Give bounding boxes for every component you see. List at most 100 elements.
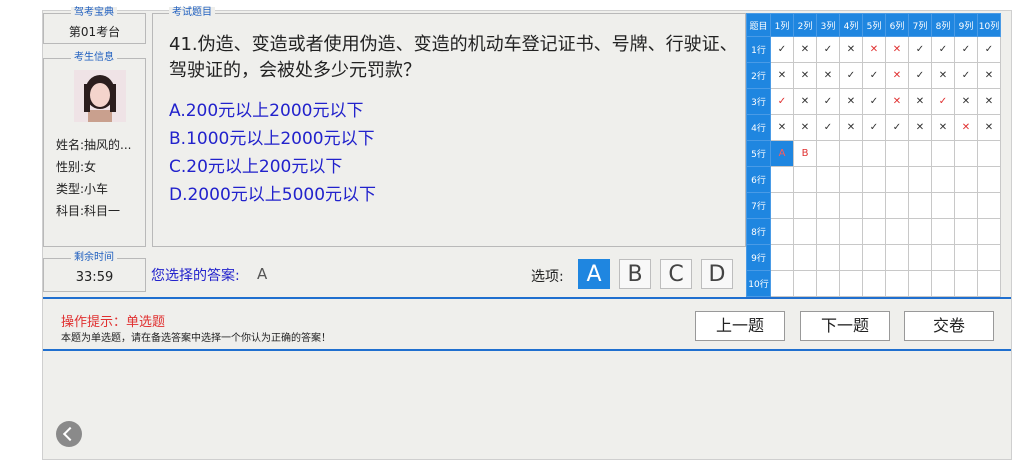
grid-cell[interactable] xyxy=(954,218,978,245)
grid-cell[interactable] xyxy=(770,270,794,297)
grid-cell[interactable] xyxy=(885,192,909,219)
back-button[interactable] xyxy=(56,421,82,447)
grid-cell[interactable]: ✕ xyxy=(793,88,817,115)
grid-cell[interactable] xyxy=(885,218,909,245)
grid-cell[interactable]: ✓ xyxy=(954,62,978,89)
choice-d-button[interactable]: D xyxy=(701,259,733,289)
grid-cell[interactable] xyxy=(793,192,817,219)
grid-cell[interactable] xyxy=(908,166,932,193)
grid-cell[interactable] xyxy=(770,244,794,271)
grid-cell[interactable] xyxy=(770,192,794,219)
grid-cell[interactable] xyxy=(908,140,932,167)
grid-cell[interactable]: ✓ xyxy=(770,88,794,115)
grid-cell[interactable] xyxy=(977,218,1001,245)
grid-cell[interactable]: ✓ xyxy=(862,62,886,89)
grid-cell[interactable] xyxy=(908,218,932,245)
choice-c-button[interactable]: C xyxy=(660,259,692,289)
grid-cell[interactable]: ✕ xyxy=(931,62,955,89)
grid-cell[interactable] xyxy=(931,270,955,297)
grid-cell[interactable] xyxy=(816,192,840,219)
grid-cell[interactable] xyxy=(793,270,817,297)
grid-cell[interactable] xyxy=(954,192,978,219)
grid-cell[interactable]: ✓ xyxy=(977,36,1001,63)
grid-cell[interactable] xyxy=(816,140,840,167)
grid-cell[interactable] xyxy=(770,166,794,193)
grid-cell[interactable]: ✕ xyxy=(977,114,1001,141)
grid-cell[interactable] xyxy=(931,166,955,193)
grid-cell[interactable]: ✕ xyxy=(839,88,863,115)
grid-cell[interactable] xyxy=(862,140,886,167)
grid-cell[interactable] xyxy=(862,244,886,271)
grid-cell[interactable]: ✓ xyxy=(816,114,840,141)
grid-cell[interactable]: ✕ xyxy=(908,114,932,141)
grid-cell[interactable] xyxy=(862,166,886,193)
grid-cell[interactable] xyxy=(839,140,863,167)
grid-cell[interactable] xyxy=(954,140,978,167)
grid-cell[interactable]: ✕ xyxy=(931,114,955,141)
grid-cell[interactable] xyxy=(954,270,978,297)
grid-cell[interactable] xyxy=(839,244,863,271)
grid-cell[interactable] xyxy=(977,192,1001,219)
grid-cell[interactable]: ✕ xyxy=(839,36,863,63)
grid-cell[interactable]: ✕ xyxy=(885,36,909,63)
grid-cell[interactable] xyxy=(977,140,1001,167)
grid-cell[interactable]: ✓ xyxy=(862,114,886,141)
grid-cell[interactable] xyxy=(977,166,1001,193)
grid-cell[interactable] xyxy=(816,218,840,245)
choice-b-button[interactable]: B xyxy=(619,259,651,289)
grid-cell[interactable] xyxy=(839,166,863,193)
grid-cell[interactable] xyxy=(977,270,1001,297)
grid-cell[interactable]: ✓ xyxy=(862,88,886,115)
grid-cell[interactable]: ✓ xyxy=(908,62,932,89)
grid-cell[interactable]: ✕ xyxy=(885,88,909,115)
grid-cell[interactable]: ✕ xyxy=(885,62,909,89)
grid-cell[interactable]: ✕ xyxy=(793,62,817,89)
grid-cell[interactable] xyxy=(908,270,932,297)
grid-cell[interactable] xyxy=(931,140,955,167)
next-question-button[interactable]: 下一题 xyxy=(800,311,890,341)
grid-cell[interactable] xyxy=(793,166,817,193)
grid-cell[interactable]: ✕ xyxy=(954,88,978,115)
grid-cell[interactable]: ✕ xyxy=(977,88,1001,115)
grid-cell[interactable] xyxy=(793,244,817,271)
grid-cell[interactable]: ✕ xyxy=(954,114,978,141)
grid-cell[interactable]: ✕ xyxy=(839,114,863,141)
grid-cell[interactable] xyxy=(885,270,909,297)
prev-question-button[interactable]: 上一题 xyxy=(695,311,785,341)
grid-cell[interactable] xyxy=(839,218,863,245)
grid-cell[interactable]: ✓ xyxy=(954,36,978,63)
grid-cell[interactable] xyxy=(885,244,909,271)
grid-cell[interactable] xyxy=(908,192,932,219)
grid-cell[interactable] xyxy=(931,244,955,271)
grid-cell[interactable] xyxy=(862,192,886,219)
grid-cell[interactable] xyxy=(931,218,955,245)
submit-exam-button[interactable]: 交卷 xyxy=(904,311,994,341)
grid-cell[interactable] xyxy=(954,166,978,193)
grid-cell[interactable] xyxy=(908,244,932,271)
grid-cell[interactable]: A xyxy=(770,140,794,167)
grid-cell[interactable]: ✕ xyxy=(793,36,817,63)
grid-cell[interactable] xyxy=(839,270,863,297)
grid-cell[interactable] xyxy=(885,166,909,193)
grid-cell[interactable]: ✓ xyxy=(908,36,932,63)
grid-cell[interactable]: ✓ xyxy=(931,36,955,63)
grid-cell[interactable] xyxy=(816,244,840,271)
grid-cell[interactable] xyxy=(816,166,840,193)
grid-cell[interactable]: ✕ xyxy=(862,36,886,63)
choice-a-button[interactable]: A xyxy=(578,259,610,289)
grid-cell[interactable] xyxy=(954,244,978,271)
grid-cell[interactable]: ✕ xyxy=(977,62,1001,89)
grid-cell[interactable] xyxy=(862,218,886,245)
grid-cell[interactable]: ✕ xyxy=(816,62,840,89)
grid-cell[interactable]: ✕ xyxy=(793,114,817,141)
grid-cell[interactable] xyxy=(862,270,886,297)
grid-cell[interactable]: ✕ xyxy=(770,62,794,89)
grid-cell[interactable] xyxy=(770,218,794,245)
grid-cell[interactable]: ✕ xyxy=(770,114,794,141)
grid-cell[interactable]: ✓ xyxy=(770,36,794,63)
grid-cell[interactable] xyxy=(885,140,909,167)
grid-cell[interactable]: ✓ xyxy=(931,88,955,115)
grid-cell[interactable]: B xyxy=(793,140,817,167)
grid-cell[interactable]: ✕ xyxy=(908,88,932,115)
grid-cell[interactable] xyxy=(816,270,840,297)
